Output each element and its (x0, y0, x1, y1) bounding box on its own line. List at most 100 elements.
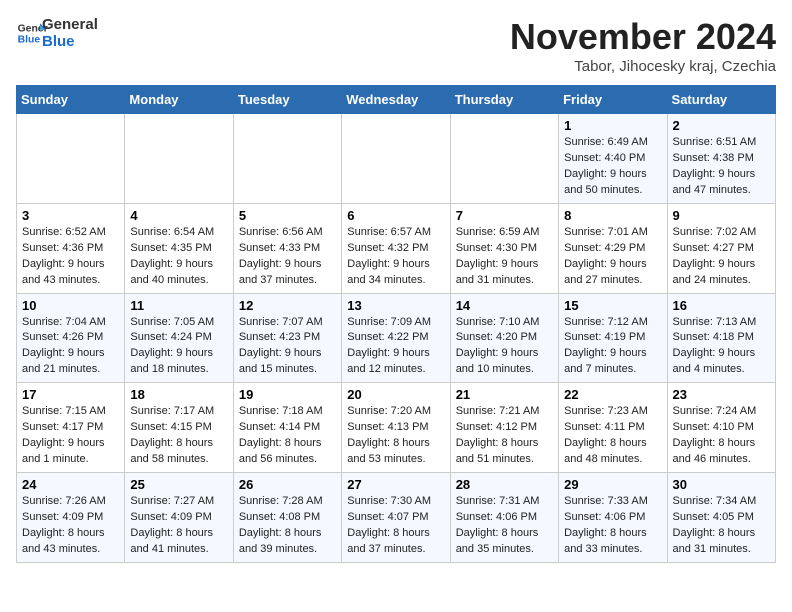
day-info: Sunrise: 6:51 AM Sunset: 4:38 PM Dayligh… (673, 135, 770, 199)
day-number: 21 (456, 387, 553, 402)
week-row-1: 1 Sunrise: 6:49 AM Sunset: 4:40 PM Daylig… (17, 114, 776, 204)
cell-week2-day6: 9 Sunrise: 7:02 AM Sunset: 4:27 PM Daylig… (667, 203, 775, 293)
day-info: Sunrise: 7:01 AM Sunset: 4:29 PM Dayligh… (564, 225, 661, 289)
cell-week1-day4 (450, 114, 558, 204)
cell-week5-day3: 27 Sunrise: 7:30 AM Sunset: 4:07 PM Dayli… (342, 473, 450, 563)
cell-week1-day5: 1 Sunrise: 6:49 AM Sunset: 4:40 PM Daylig… (559, 114, 667, 204)
day-info: Sunrise: 7:27 AM Sunset: 4:09 PM Dayligh… (130, 494, 227, 558)
week-row-3: 10Sunrise: 7:04 AM Sunset: 4:26 PM Dayli… (17, 293, 776, 383)
day-info: Sunrise: 7:31 AM Sunset: 4:06 PM Dayligh… (456, 494, 553, 558)
day-info: Sunrise: 7:26 AM Sunset: 4:09 PM Dayligh… (22, 494, 119, 558)
day-info: Sunrise: 7:13 AM Sunset: 4:18 PM Dayligh… (673, 315, 770, 379)
day-info: Sunrise: 7:02 AM Sunset: 4:27 PM Dayligh… (673, 225, 770, 289)
cell-week5-day2: 26 Sunrise: 7:28 AM Sunset: 4:08 PM Dayli… (233, 473, 341, 563)
day-info: Sunrise: 7:10 AM Sunset: 4:20 PM Dayligh… (456, 315, 553, 379)
header-wednesday: Wednesday (342, 86, 450, 114)
cell-week2-day2: 5 Sunrise: 6:56 AM Sunset: 4:33 PM Daylig… (233, 203, 341, 293)
day-number: 19 (239, 387, 336, 402)
week-row-4: 17Sunrise: 7:15 AM Sunset: 4:17 PM Dayli… (17, 383, 776, 473)
day-info: Sunrise: 7:07 AM Sunset: 4:23 PM Dayligh… (239, 315, 336, 379)
cell-week4-day6: 23 Sunrise: 7:24 AM Sunset: 4:10 PM Dayli… (667, 383, 775, 473)
cell-week3-day2: 12 Sunrise: 7:07 AM Sunset: 4:23 PM Dayli… (233, 293, 341, 383)
day-number: 11 (130, 298, 227, 313)
day-info: Sunrise: 7:15 AM Sunset: 4:17 PM Dayligh… (22, 404, 119, 468)
day-info: Sunrise: 7:30 AM Sunset: 4:07 PM Dayligh… (347, 494, 444, 558)
day-number: 27 (347, 477, 444, 492)
cell-week2-day4: 7 Sunrise: 6:59 AM Sunset: 4:30 PM Daylig… (450, 203, 558, 293)
day-number: 7 (456, 208, 553, 223)
cell-week5-day0: 24 Sunrise: 7:26 AM Sunset: 4:09 PM Dayli… (17, 473, 125, 563)
header-friday: Friday (559, 86, 667, 114)
cell-week5-day1: 25 Sunrise: 7:27 AM Sunset: 4:09 PM Dayli… (125, 473, 233, 563)
cell-week4-day3: 20 Sunrise: 7:20 AM Sunset: 4:13 PM Dayli… (342, 383, 450, 473)
header-sunday: Sunday (17, 86, 125, 114)
day-number: 14 (456, 298, 553, 313)
day-info: Sunrise: 7:20 AM Sunset: 4:13 PM Dayligh… (347, 404, 444, 468)
header-monday: Monday (125, 86, 233, 114)
logo-general: General (42, 16, 98, 33)
header-thursday: Thursday (450, 86, 558, 114)
logo: General Blue General Blue (16, 16, 98, 50)
day-number: 26 (239, 477, 336, 492)
cell-week2-day0: 3 Sunrise: 6:52 AM Sunset: 4:36 PM Daylig… (17, 203, 125, 293)
cell-week5-day4: 28 Sunrise: 7:31 AM Sunset: 4:06 PM Dayli… (450, 473, 558, 563)
day-number: 20 (347, 387, 444, 402)
day-number: 12 (239, 298, 336, 313)
day-info: Sunrise: 7:23 AM Sunset: 4:11 PM Dayligh… (564, 404, 661, 468)
cell-week4-day4: 21 Sunrise: 7:21 AM Sunset: 4:12 PM Dayli… (450, 383, 558, 473)
day-number: 10 (22, 298, 119, 313)
week-row-5: 24 Sunrise: 7:26 AM Sunset: 4:09 PM Dayli… (17, 473, 776, 563)
day-number: 29 (564, 477, 661, 492)
cell-week3-day4: 14 Sunrise: 7:10 AM Sunset: 4:20 PM Dayli… (450, 293, 558, 383)
title-area: November 2024 Tabor, Jihocesky kraj, Cze… (510, 16, 776, 75)
day-info: Sunrise: 6:52 AM Sunset: 4:36 PM Dayligh… (22, 225, 119, 289)
header-tuesday: Tuesday (233, 86, 341, 114)
day-number: 9 (673, 208, 770, 223)
day-info: Sunrise: 7:33 AM Sunset: 4:06 PM Dayligh… (564, 494, 661, 558)
day-info: Sunrise: 6:49 AM Sunset: 4:40 PM Dayligh… (564, 135, 661, 199)
day-number: 23 (673, 387, 770, 402)
cell-week1-day6: 2Sunrise: 6:51 AM Sunset: 4:38 PM Daylig… (667, 114, 775, 204)
location: Tabor, Jihocesky kraj, Czechia (510, 58, 776, 75)
cell-week3-day6: 16Sunrise: 7:13 AM Sunset: 4:18 PM Dayli… (667, 293, 775, 383)
day-number: 28 (456, 477, 553, 492)
day-number: 25 (130, 477, 227, 492)
header-saturday: Saturday (667, 86, 775, 114)
cell-week3-day3: 13Sunrise: 7:09 AM Sunset: 4:22 PM Dayli… (342, 293, 450, 383)
day-number: 6 (347, 208, 444, 223)
svg-text:Blue: Blue (18, 35, 41, 46)
cell-week1-day0 (17, 114, 125, 204)
day-info: Sunrise: 7:18 AM Sunset: 4:14 PM Dayligh… (239, 404, 336, 468)
logo-blue: Blue (42, 33, 98, 50)
day-info: Sunrise: 7:34 AM Sunset: 4:05 PM Dayligh… (673, 494, 770, 558)
day-info: Sunrise: 6:59 AM Sunset: 4:30 PM Dayligh… (456, 225, 553, 289)
day-number: 3 (22, 208, 119, 223)
header: General Blue General Blue November 2024 … (16, 16, 776, 75)
day-info: Sunrise: 7:12 AM Sunset: 4:19 PM Dayligh… (564, 315, 661, 379)
day-info: Sunrise: 7:24 AM Sunset: 4:10 PM Dayligh… (673, 404, 770, 468)
cell-week3-day1: 11Sunrise: 7:05 AM Sunset: 4:24 PM Dayli… (125, 293, 233, 383)
day-number: 5 (239, 208, 336, 223)
cell-week4-day0: 17Sunrise: 7:15 AM Sunset: 4:17 PM Dayli… (17, 383, 125, 473)
month-title: November 2024 (510, 16, 776, 58)
day-number: 1 (564, 118, 661, 133)
cell-week2-day5: 8 Sunrise: 7:01 AM Sunset: 4:29 PM Daylig… (559, 203, 667, 293)
day-info: Sunrise: 7:28 AM Sunset: 4:08 PM Dayligh… (239, 494, 336, 558)
day-number: 13 (347, 298, 444, 313)
day-info: Sunrise: 7:17 AM Sunset: 4:15 PM Dayligh… (130, 404, 227, 468)
day-number: 8 (564, 208, 661, 223)
calendar-table: SundayMondayTuesdayWednesdayThursdayFrid… (16, 85, 776, 563)
day-number: 4 (130, 208, 227, 223)
day-info: Sunrise: 7:21 AM Sunset: 4:12 PM Dayligh… (456, 404, 553, 468)
cell-week1-day2 (233, 114, 341, 204)
day-number: 30 (673, 477, 770, 492)
calendar-header-row: SundayMondayTuesdayWednesdayThursdayFrid… (17, 86, 776, 114)
cell-week3-day0: 10Sunrise: 7:04 AM Sunset: 4:26 PM Dayli… (17, 293, 125, 383)
day-number: 24 (22, 477, 119, 492)
cell-week4-day1: 18 Sunrise: 7:17 AM Sunset: 4:15 PM Dayli… (125, 383, 233, 473)
cell-week1-day1 (125, 114, 233, 204)
cell-week3-day5: 15Sunrise: 7:12 AM Sunset: 4:19 PM Dayli… (559, 293, 667, 383)
day-number: 18 (130, 387, 227, 402)
day-info: Sunrise: 6:56 AM Sunset: 4:33 PM Dayligh… (239, 225, 336, 289)
cell-week4-day2: 19 Sunrise: 7:18 AM Sunset: 4:14 PM Dayli… (233, 383, 341, 473)
